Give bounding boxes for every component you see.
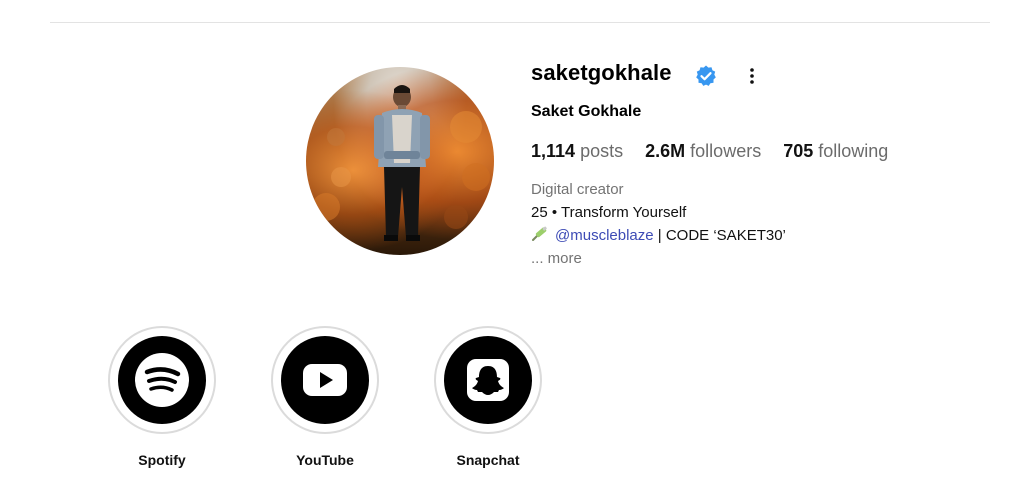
bio-mention-link[interactable]: @muscleblaze — [555, 227, 654, 244]
highlight-spotify[interactable]: Spotify — [106, 326, 218, 468]
stat-posts-label: posts — [580, 141, 624, 161]
profile-full-name: Saket Gokhale — [531, 103, 642, 120]
stat-posts-count: 1,114 — [531, 141, 576, 161]
top-divider — [50, 22, 990, 23]
snapchat-icon — [467, 359, 509, 401]
verified-badge-icon — [696, 65, 716, 86]
bio-line-2: @muscleblaze | CODE ‘SAKET30’ — [531, 224, 786, 247]
stat-posts[interactable]: 1,114 posts — [531, 141, 623, 162]
highlight-disc — [444, 336, 532, 424]
bio-category: Digital creator — [531, 181, 624, 198]
profile-username: saketgokhale — [531, 60, 672, 85]
stat-following[interactable]: 705 following — [783, 141, 888, 162]
highlight-ring — [434, 326, 542, 434]
stat-followers-count: 2.6M — [645, 141, 686, 161]
stat-following-label: following — [818, 141, 889, 161]
highlight-ring — [108, 326, 216, 434]
avatar-photo — [312, 85, 490, 241]
highlight-disc — [118, 336, 206, 424]
highlight-label: YouTube — [296, 452, 354, 468]
highlight-youtube[interactable]: YouTube — [269, 326, 381, 468]
stat-followers[interactable]: 2.6M followers — [645, 141, 761, 162]
highlight-snapchat[interactable]: Snapchat — [432, 326, 544, 468]
youtube-icon — [303, 364, 347, 396]
syringe-icon — [532, 226, 547, 241]
highlight-ring — [271, 326, 379, 434]
spotify-icon — [135, 353, 189, 407]
profile-avatar[interactable] — [306, 67, 494, 255]
bio-code-text: | CODE ‘SAKET30’ — [653, 227, 786, 244]
bio-line-1: 25 • Transform Yourself — [531, 204, 687, 221]
stat-followers-label: followers — [690, 141, 762, 161]
stat-following-count: 705 — [783, 141, 814, 161]
highlight-label: Snapchat — [456, 452, 520, 468]
more-options-icon[interactable] — [740, 62, 764, 90]
profile-stats: 1,114 posts 2.6M followers 705 following — [531, 141, 905, 162]
bio-more-link[interactable]: ... more — [531, 247, 786, 270]
highlight-label: Spotify — [138, 452, 186, 468]
highlight-disc — [281, 336, 369, 424]
profile-bio: Digital creator 25 • Transform Yourself … — [531, 178, 786, 270]
